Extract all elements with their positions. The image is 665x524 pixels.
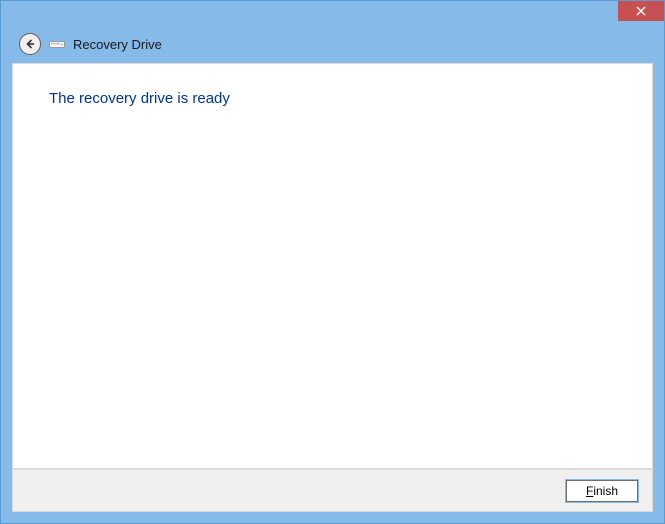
page-heading: The recovery drive is ready xyxy=(49,90,616,107)
content-area: The recovery drive is ready xyxy=(12,63,653,469)
recovery-drive-window: Recovery Drive The recovery drive is rea… xyxy=(0,0,665,524)
back-arrow-icon xyxy=(24,38,36,50)
drive-icon xyxy=(49,38,65,50)
wizard-header: Recovery Drive xyxy=(1,29,664,59)
wizard-title: Recovery Drive xyxy=(73,37,162,52)
titlebar xyxy=(1,1,664,29)
finish-button[interactable]: Finish xyxy=(566,480,638,502)
back-button[interactable] xyxy=(19,33,41,55)
wizard-footer: Finish xyxy=(12,469,653,512)
close-icon xyxy=(636,6,646,16)
close-button[interactable] xyxy=(618,1,664,21)
content-inner: The recovery drive is ready xyxy=(13,64,652,133)
